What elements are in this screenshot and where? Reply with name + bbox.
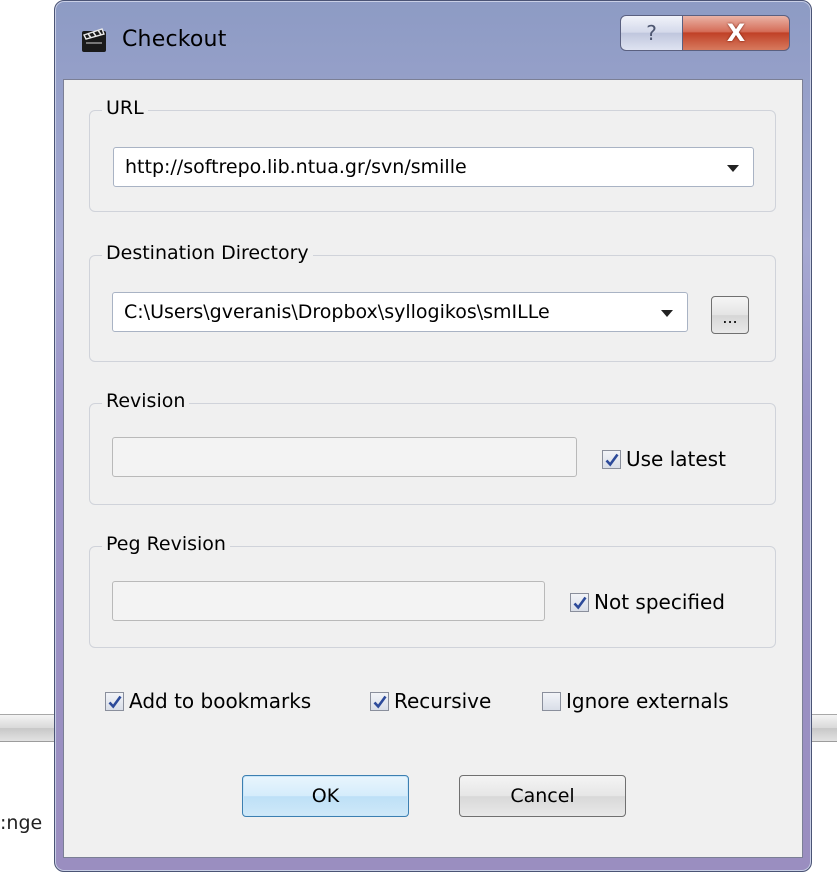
not-specified-label: Not specified — [594, 590, 725, 614]
add-to-bookmarks-checkbox[interactable]: Add to bookmarks — [105, 689, 311, 713]
background-partial-text: :nge — [0, 812, 43, 834]
add-to-bookmarks-label: Add to bookmarks — [129, 689, 312, 713]
recursive-label: Recursive — [394, 689, 492, 713]
svn-app-icon — [82, 28, 106, 52]
revision-group-label: Revision — [102, 390, 190, 412]
not-specified-box[interactable] — [570, 592, 589, 612]
url-combobox[interactable]: http://softrepo.lib.ntua.gr/svn/smille — [113, 147, 754, 187]
ignore-externals-checkbox[interactable]: Ignore externals — [542, 689, 729, 713]
checkmark-icon — [573, 596, 587, 610]
recursive-checkbox[interactable]: Recursive — [370, 689, 491, 713]
peg-revision-group-label: Peg Revision — [102, 533, 230, 555]
checkmark-icon — [373, 695, 387, 709]
help-button[interactable]: ? — [620, 15, 683, 51]
dialog-client-area: URL http://softrepo.lib.ntua.gr/svn/smil… — [63, 79, 803, 858]
revision-input[interactable] — [112, 437, 577, 477]
dialog-title: Checkout — [122, 27, 227, 52]
recursive-box[interactable] — [370, 691, 389, 711]
destination-group-label: Destination Directory — [102, 242, 313, 264]
ignore-externals-box[interactable] — [542, 691, 561, 711]
ignore-externals-label: Ignore externals — [566, 689, 729, 713]
browse-button[interactable]: ... — [711, 296, 749, 334]
use-latest-checkbox[interactable]: Use latest — [602, 447, 726, 471]
checkout-dialog: Checkout ? X URL http://softrepo.lib.ntu… — [54, 0, 812, 872]
checkmark-icon — [108, 695, 122, 709]
url-value: http://softrepo.lib.ntua.gr/svn/smille — [125, 156, 467, 178]
destination-group: Destination Directory C:\Users\gveranis\… — [89, 242, 776, 362]
peg-revision-group: Peg Revision Not specified — [89, 533, 776, 648]
use-latest-label: Use latest — [626, 447, 726, 471]
destination-combobox[interactable]: C:\Users\gveranis\Dropbox\syllogikos\smI… — [112, 292, 688, 332]
revision-group: Revision Use latest — [89, 390, 776, 505]
dropdown-arrow-icon[interactable] — [661, 310, 673, 317]
cancel-button[interactable]: Cancel — [459, 775, 626, 817]
ok-button[interactable]: OK — [242, 775, 409, 817]
add-to-bookmarks-box[interactable] — [105, 691, 124, 711]
not-specified-checkbox[interactable]: Not specified — [570, 590, 725, 614]
close-button[interactable]: X — [683, 15, 790, 51]
caption-buttons: ? X — [620, 15, 790, 51]
destination-value: C:\Users\gveranis\Dropbox\syllogikos\smI… — [124, 301, 550, 323]
use-latest-box[interactable] — [602, 449, 621, 469]
dropdown-arrow-icon[interactable] — [727, 165, 739, 172]
url-group: URL http://softrepo.lib.ntua.gr/svn/smil… — [89, 97, 776, 212]
url-group-label: URL — [102, 97, 148, 119]
peg-revision-input[interactable] — [112, 581, 545, 621]
checkmark-icon — [605, 453, 619, 467]
